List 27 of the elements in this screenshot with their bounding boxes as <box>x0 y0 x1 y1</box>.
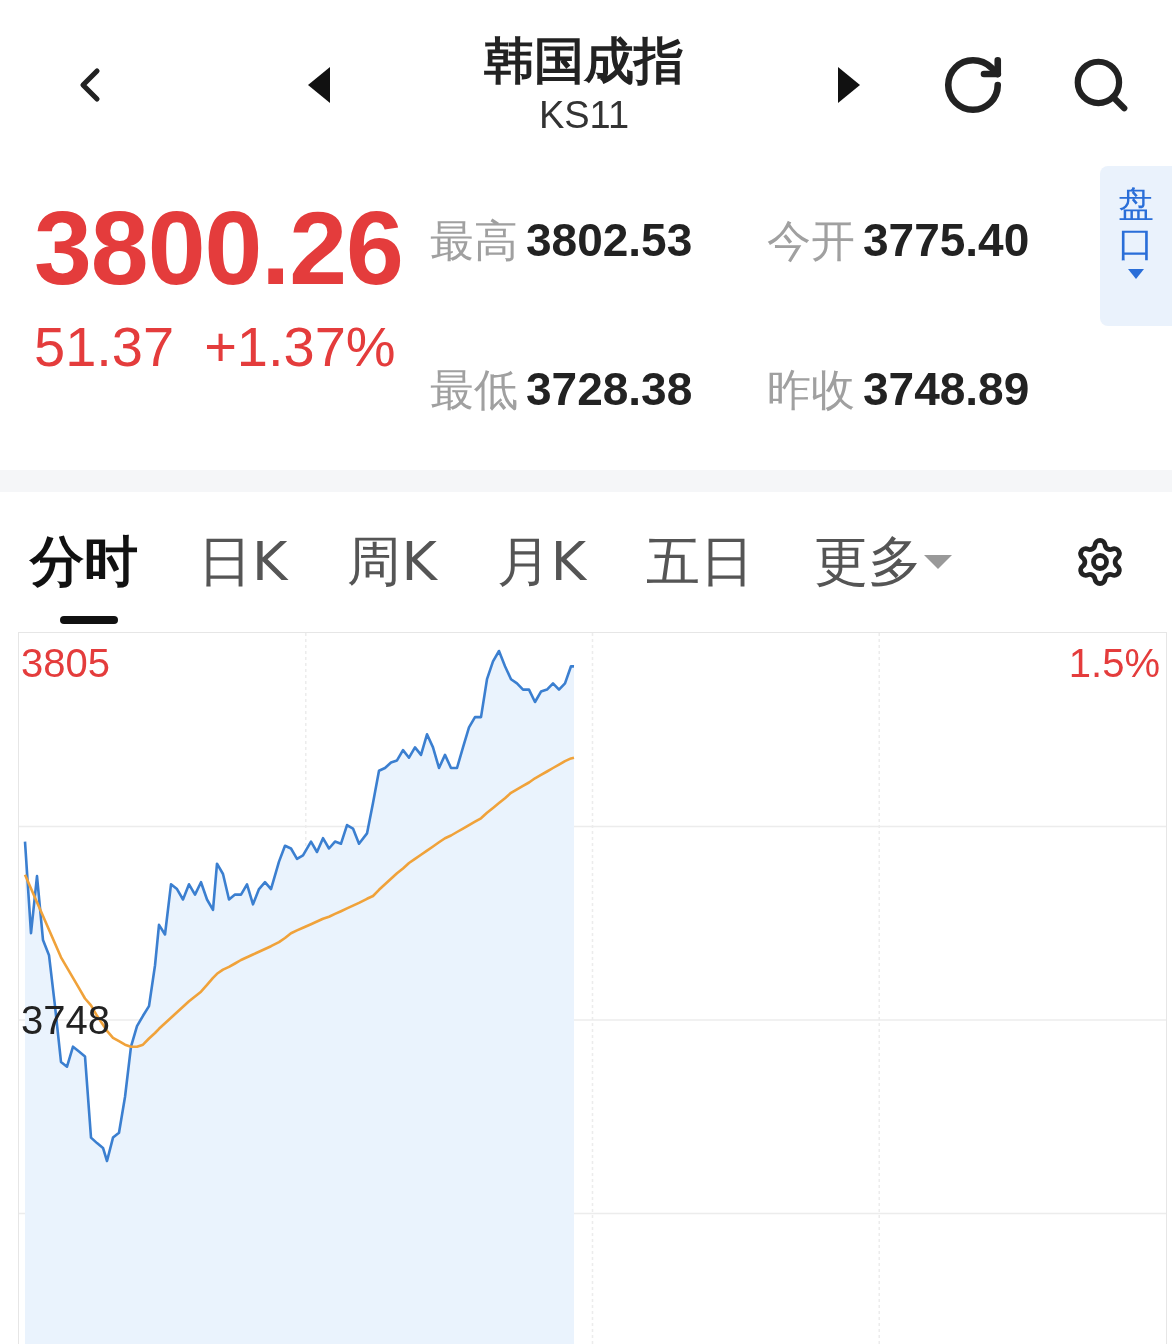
chart-period-tab[interactable]: 更多 <box>814 512 953 612</box>
current-price: 3800.26 <box>34 189 404 308</box>
stat-label: 今开 <box>767 214 855 268</box>
price-change: 51.37 <box>34 314 175 380</box>
stat-value: 3748.89 <box>863 362 1030 416</box>
stat-label: 最低 <box>430 363 518 417</box>
y-axis-label: 3805 <box>21 641 110 685</box>
next-icon[interactable] <box>838 67 860 103</box>
stat-label: 最高 <box>430 214 518 268</box>
percent-axis-label: 1.5% <box>1068 641 1160 685</box>
chart-period-tab[interactable]: 分时 <box>30 512 138 612</box>
stat-value: 3728.38 <box>526 362 693 416</box>
caret-icon <box>1128 269 1144 280</box>
percent-change: +1.37% <box>204 314 396 380</box>
chart-period-tab[interactable]: 周K <box>347 512 437 612</box>
tab-underline <box>60 616 118 624</box>
chart-period-tab[interactable]: 五日 <box>646 512 755 612</box>
index-title: 韩国成指 <box>484 31 684 91</box>
index-code: KS11 <box>538 93 630 138</box>
caret-icon <box>924 555 953 569</box>
previous-icon[interactable] <box>308 67 330 103</box>
order-book-tab[interactable]: 盘口 <box>1100 166 1172 326</box>
chart-period-tab[interactable]: 日K <box>198 512 288 612</box>
chart-period-tab[interactable]: 月K <box>496 512 587 612</box>
stat-label: 昨收 <box>767 363 855 417</box>
stat-value: 3802.53 <box>526 213 693 267</box>
stat-value: 3775.40 <box>863 213 1030 267</box>
